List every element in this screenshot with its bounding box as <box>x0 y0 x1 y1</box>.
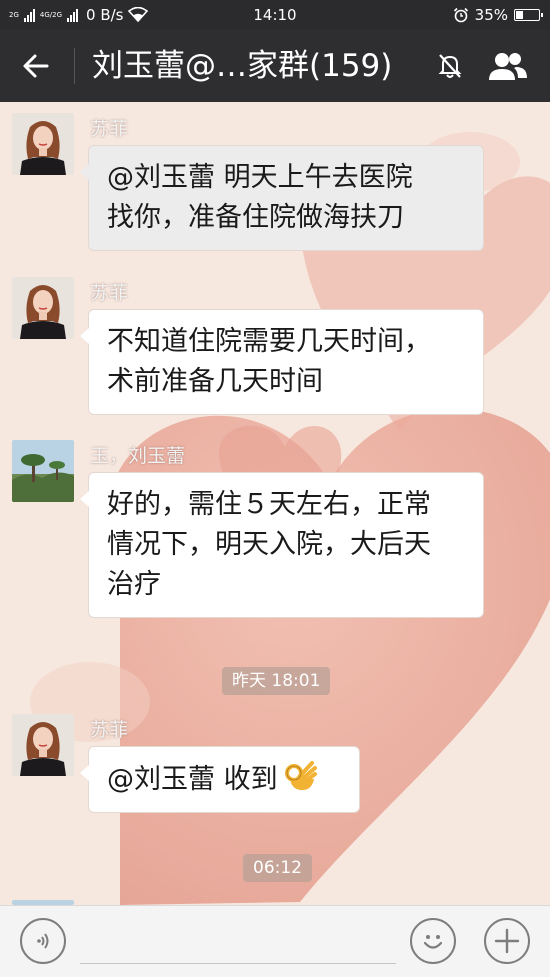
avatar[interactable] <box>12 440 74 502</box>
timestamp: 06:12 <box>243 854 312 882</box>
message-text-line: 情况下，明天入院，大后天 <box>107 529 431 560</box>
message-bubble[interactable]: 好的，需住５天左右，正常 情况下，明天入院，大后天 治疗 <box>80 472 484 618</box>
battery-percent: 35% <box>474 6 508 24</box>
plus-icon <box>494 928 520 954</box>
message-bubble[interactable]: @刘玉蕾 明天上午去医院 找你，准备住院做海扶刀 <box>80 145 484 251</box>
landscape-trees-avatar <box>12 440 74 502</box>
emoji-icon <box>423 935 443 949</box>
sender-name: 苏菲 <box>90 282 129 304</box>
battery-icon <box>514 9 543 21</box>
voice-icon <box>37 933 49 949</box>
avatar[interactable] <box>12 113 74 175</box>
alarm-icon <box>453 7 468 23</box>
chat-area[interactable]: 苏菲 @刘玉蕾 明天上午去医院 找你，准备住院做海扶刀 苏菲 不知道住院需要几天… <box>0 102 550 905</box>
message-input[interactable] <box>80 918 396 964</box>
chat-header: 刘玉蕾@…家群(159) <box>0 30 550 102</box>
mute-bell-icon <box>438 54 462 78</box>
avatar[interactable] <box>12 277 74 339</box>
mute-indicator <box>430 48 470 84</box>
ok-hand-emoji-icon <box>284 761 317 791</box>
avatar[interactable] <box>12 714 74 776</box>
message-text-line: 好的，需住５天左右，正常 <box>107 489 431 520</box>
chat-title: 刘玉蕾@…家群(159) <box>92 48 393 84</box>
status-right: 35% <box>453 0 543 30</box>
message-text-line: @刘玉蕾 明天上午去医院 <box>107 162 413 193</box>
header-divider <box>74 48 75 84</box>
back-button[interactable] <box>12 42 60 90</box>
voice-button[interactable] <box>20 918 66 964</box>
message-text: @刘玉蕾 收到 <box>107 764 278 795</box>
emoji-button[interactable] <box>410 918 456 964</box>
more-button[interactable] <box>484 918 530 964</box>
status-bar: 2G 4G/2G 0 B/s 14:10 35% <box>0 0 550 30</box>
group-members-button[interactable] <box>484 46 532 86</box>
sender-name: 苏菲 <box>90 118 129 140</box>
message-bubble[interactable]: @刘玉蕾 收到 <box>80 746 360 813</box>
input-bar <box>0 905 550 977</box>
message-bubble[interactable]: 不知道住院需要几天时间， 术前准备几天时间 <box>80 309 484 415</box>
timestamp: 昨天 18:01 <box>222 667 331 695</box>
message-text-line: 不知道住院需要几天时间， <box>107 326 431 357</box>
woman-portrait-avatar <box>12 714 74 776</box>
sender-name: 苏菲 <box>90 719 129 741</box>
woman-portrait-avatar <box>12 113 74 175</box>
back-arrow-icon <box>23 54 49 78</box>
message-text-line: 找你，准备住院做海扶刀 <box>107 202 404 233</box>
sender-name: 玉，刘玉蕾 <box>90 445 186 467</box>
message-text-line: 术前准备几天时间 <box>107 366 323 397</box>
message-text-line: @刘玉蕾 收到 <box>107 759 341 800</box>
group-members-icon <box>489 53 527 80</box>
battery-level <box>516 11 523 19</box>
woman-portrait-avatar <box>12 277 74 339</box>
message-text-line: 治疗 <box>107 569 161 600</box>
